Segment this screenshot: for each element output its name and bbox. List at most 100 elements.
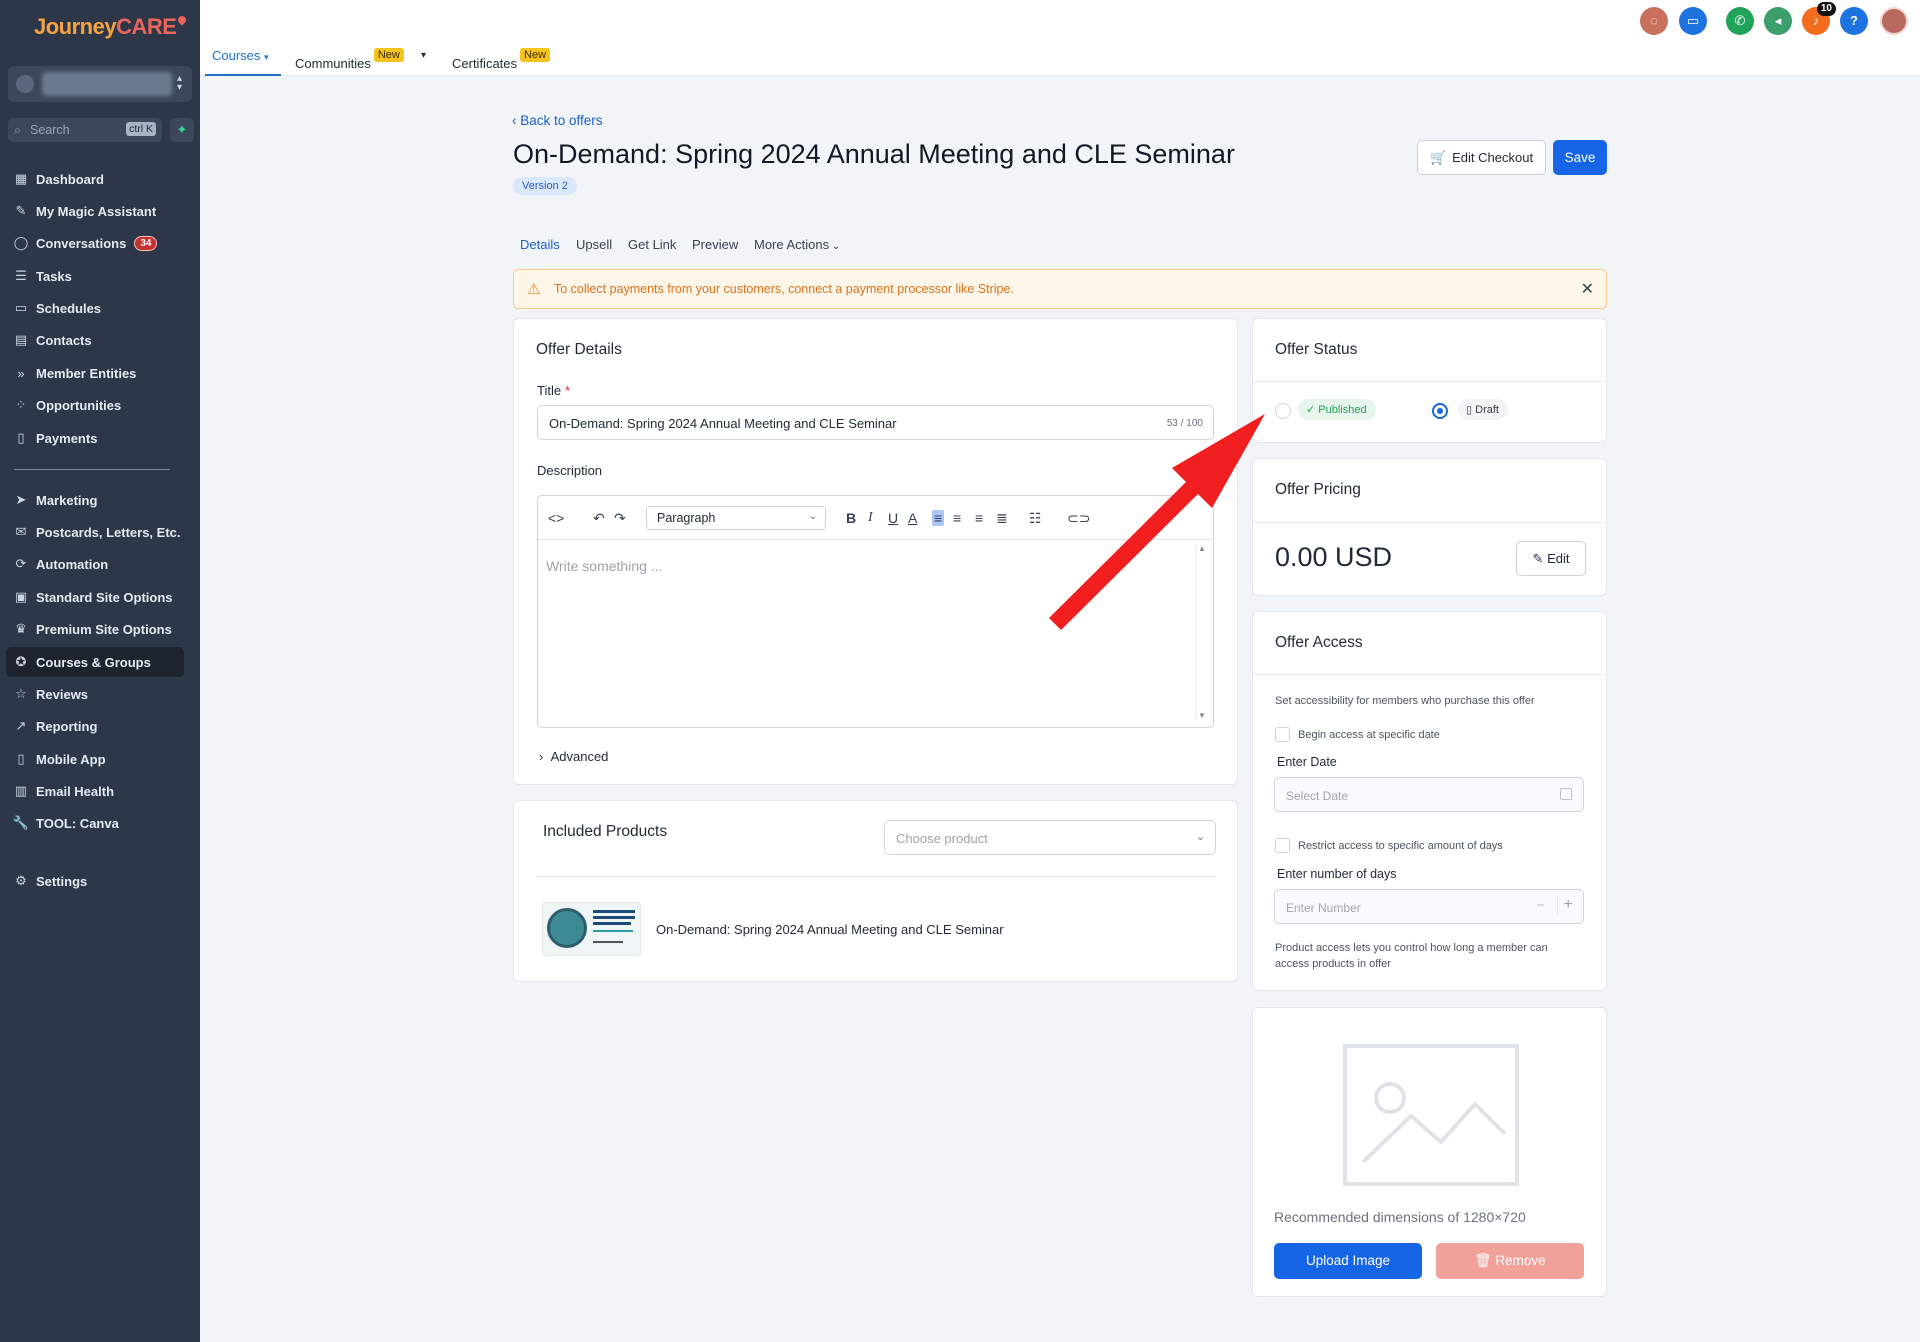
help-icon[interactable]: ? [1840, 7, 1868, 35]
italic-icon[interactable]: I [868, 510, 873, 526]
tab-details[interactable]: Details [520, 237, 560, 252]
sidebar-item-schedules[interactable]: ▭ Schedules [6, 293, 184, 323]
link-icon[interactable]: ⊂⊃ [1067, 510, 1090, 527]
tab-certificates[interactable]: CertificatesNew [452, 48, 551, 71]
days-placeholder: Enter Number [1286, 901, 1361, 915]
ticket-icon[interactable]: ▭ [1679, 7, 1707, 35]
undo-icon[interactable]: ↶ [593, 510, 605, 527]
sidebar-item-dashboard[interactable]: ▦ Dashboard [6, 164, 184, 194]
sidebar-item-courses-groups[interactable]: ✪ Courses & Groups [6, 647, 184, 677]
receipt-icon: ▯ [17, 430, 25, 445]
advanced-toggle[interactable]: › Advanced [539, 749, 608, 764]
align-left-icon[interactable]: ≡ [932, 510, 945, 526]
sidebar-item-payments[interactable]: ▯ Payments [6, 423, 184, 453]
text-color-icon[interactable]: A [908, 510, 917, 526]
sidebar-item-magic-assistant[interactable]: ✎ My Magic Assistant [6, 196, 184, 226]
user-icon [16, 75, 34, 93]
underline-icon[interactable]: U [888, 510, 898, 526]
draft-pill[interactable]: ▯ Draft [1458, 399, 1508, 420]
paragraph-format-select[interactable]: Paragraph ⌄ [646, 506, 826, 530]
sidebar-item-contacts[interactable]: ▤ Contacts [6, 325, 184, 355]
chat-icon: ◯ [13, 235, 29, 250]
sidebar-item-label: TOOL: Canva [36, 815, 119, 831]
avatar[interactable] [1880, 7, 1908, 35]
account-switcher[interactable]: ▴ ▾ [8, 66, 192, 102]
begin-access-checkbox[interactable] [1275, 727, 1290, 742]
search-input[interactable]: ⌕ Search ctrl K [8, 118, 162, 142]
sidebar-item-standard-site[interactable]: ▣ Standard Site Options [6, 582, 184, 612]
enter-date-label: Enter Date [1277, 755, 1337, 769]
tab-communities[interactable]: CommunitiesNew [295, 48, 404, 71]
remove-image-button[interactable]: 🗑 Remove [1436, 1243, 1584, 1279]
title-input[interactable]: On-Demand: Spring 2024 Annual Meeting an… [537, 405, 1214, 440]
tab-courses[interactable]: Courses ▾ [212, 48, 269, 63]
draft-radio[interactable] [1432, 403, 1448, 419]
logo[interactable]: JourneyCARE [34, 14, 189, 40]
email-health-icon: ▥ [14, 783, 28, 798]
tab-upsell[interactable]: Upsell [576, 237, 612, 252]
premium-icon: ♛ [15, 621, 27, 636]
sidebar-item-reporting[interactable]: ↗ Reporting [6, 711, 184, 741]
code-view-icon[interactable]: <> [548, 510, 564, 526]
sidebar-item-label: Dashboard [36, 171, 104, 187]
offer-details-card: Offer Details Title * On-Demand: Spring 2… [513, 318, 1238, 785]
sidebar-item-tool-canva[interactable]: 🔧 TOOL: Canva [6, 808, 184, 838]
plus-icon[interactable]: + [1556, 896, 1573, 914]
chevron-down-icon: ⌄ [1195, 831, 1205, 843]
sidebar-item-settings[interactable]: ⚙ Settings [6, 866, 184, 896]
sidebar-item-member-entities[interactable]: » Member Entities [6, 358, 184, 388]
sidebar-item-postcards[interactable]: ✉ Postcards, Letters, Etc. [6, 517, 184, 547]
sidebar-divider [14, 469, 170, 470]
sidebar-item-mobile-app[interactable]: ▯ Mobile App [6, 744, 184, 774]
minus-icon[interactable]: − [1536, 897, 1545, 914]
bullet-list-icon[interactable]: ☷ [1029, 510, 1042, 527]
wrench-icon: 🔧 [12, 815, 30, 830]
redo-icon[interactable]: ↷ [614, 510, 626, 527]
quick-action-icon[interactable]: ✦ [170, 118, 194, 142]
sidebar-item-reviews[interactable]: ☆ Reviews [6, 679, 184, 709]
tab-preview[interactable]: Preview [692, 237, 738, 252]
sidebar-item-marketing[interactable]: ➤ Marketing [6, 485, 184, 515]
tab-more-actions[interactable]: More Actions ⌄ [754, 237, 840, 252]
communities-dropdown-chevron[interactable]: ▾ [421, 50, 426, 61]
tab-get-link[interactable]: Get Link [628, 237, 676, 252]
edit-checkout-label: Edit Checkout [1452, 150, 1534, 165]
logo-care: CARE [116, 14, 177, 39]
back-link-label: Back to offers [520, 113, 603, 128]
close-icon[interactable]: ✕ [1581, 279, 1594, 299]
choose-product-select[interactable]: Choose product ⌄ [884, 820, 1216, 855]
sidebar-item-email-health[interactable]: ▥ Email Health [6, 776, 184, 806]
chat-bubble-icon[interactable]: ◌ [1640, 7, 1668, 35]
align-center-icon[interactable]: ≡ [953, 510, 961, 526]
upload-image-button[interactable]: Upload Image [1274, 1243, 1422, 1279]
bell-icon[interactable]: ♪ 10 [1802, 2, 1836, 35]
megaphone-icon[interactable]: ◂ [1764, 7, 1792, 35]
sidebar-item-tasks[interactable]: ☰ Tasks [6, 261, 184, 291]
sidebar-item-label: Postcards, Letters, Etc. [36, 524, 181, 540]
edit-checkout-button[interactable]: 🛒 Edit Checkout [1417, 140, 1546, 175]
search-icon: ⌕ [14, 123, 22, 137]
published-radio[interactable] [1275, 403, 1291, 419]
access-description: Set accessibility for members who purcha… [1275, 695, 1535, 707]
description-editor[interactable]: <> ↶ ↷ Paragraph ⌄ B I U A ≡ ≡ ≡ ≣ ☷ ⊂⊃ W… [537, 495, 1214, 728]
sidebar-item-automation[interactable]: ⟳ Automation [6, 549, 184, 579]
days-input[interactable]: Enter Number − + [1274, 889, 1584, 924]
align-justify-icon[interactable]: ≣ [996, 510, 1008, 527]
published-pill[interactable]: ✓ Published [1298, 399, 1376, 420]
recommended-dimensions: Recommended dimensions of 1280×720 [1274, 1209, 1526, 1225]
sidebar-item-premium-site[interactable]: ♛ Premium Site Options [6, 614, 184, 644]
date-input[interactable]: Select Date [1274, 777, 1584, 812]
sidebar-item-opportunities[interactable]: ⁘ Opportunities [6, 390, 184, 420]
back-to-offers-link[interactable]: ‹ Back to offers [512, 113, 603, 128]
restrict-days-checkbox[interactable] [1275, 838, 1290, 853]
align-right-icon[interactable]: ≡ [975, 510, 983, 526]
phone-icon[interactable]: ✆ [1726, 7, 1754, 35]
offer-status-heading: Offer Status [1275, 341, 1358, 358]
edit-price-button[interactable]: ✎ Edit [1516, 541, 1586, 576]
contacts-icon: ▤ [14, 332, 28, 347]
bold-icon[interactable]: B [846, 510, 856, 526]
editor-scrollbar[interactable]: ▲ ▼ [1195, 544, 1207, 720]
save-button[interactable]: Save [1553, 140, 1607, 175]
sidebar-item-conversations[interactable]: ◯ Conversations 34 [6, 228, 184, 258]
chevron-down-icon: ⌄ [829, 241, 841, 252]
